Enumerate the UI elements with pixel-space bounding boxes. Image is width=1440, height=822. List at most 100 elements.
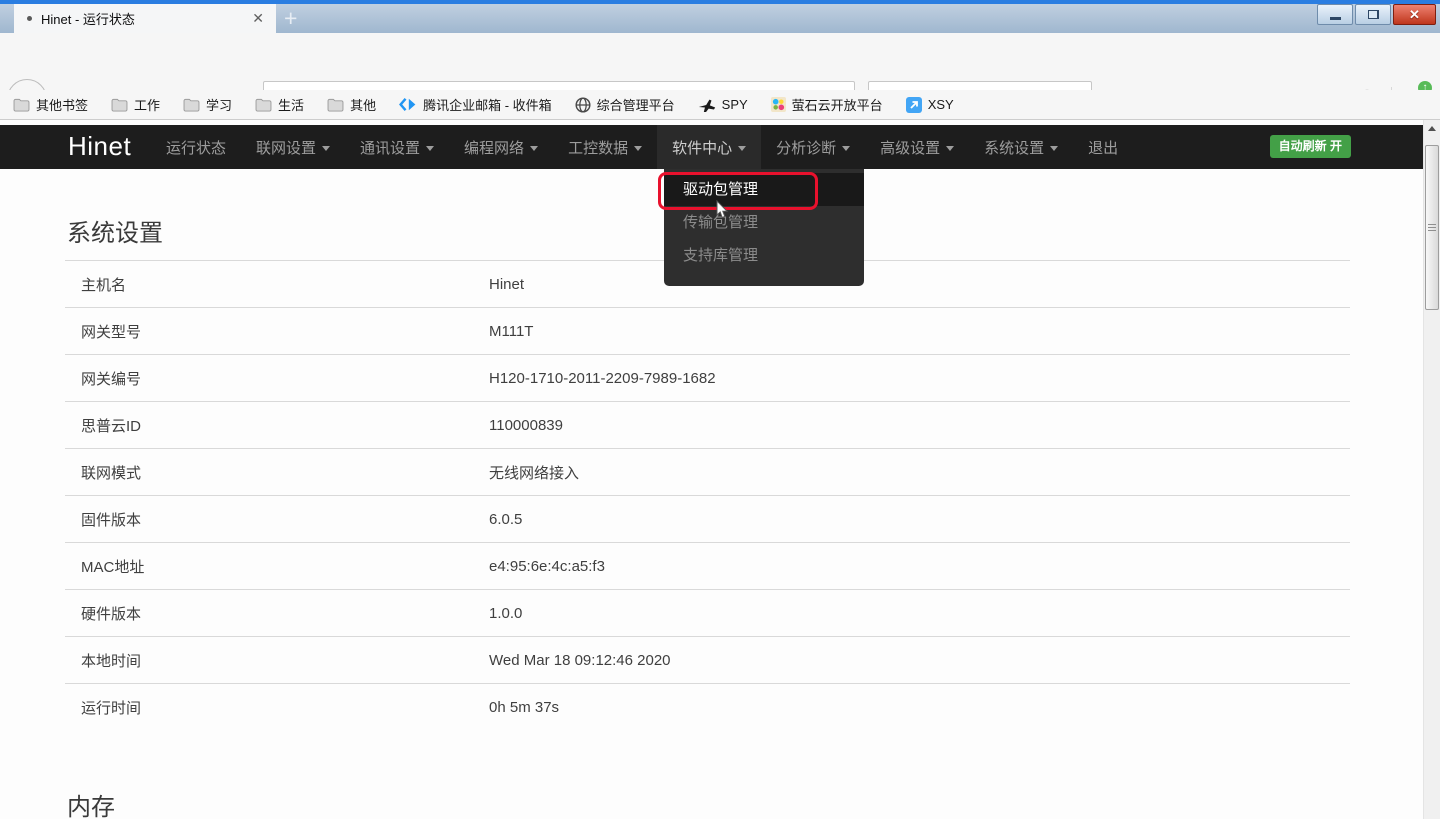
nav-item-industrial-data[interactable]: 工控数据: [568, 125, 642, 169]
minimize-button[interactable]: [1317, 4, 1353, 25]
chevron-down-icon: [738, 146, 746, 151]
bookmark-label: 萤石云开放平台: [792, 95, 883, 114]
folder-icon: [13, 98, 30, 112]
bookmark-mgmt-platform[interactable]: 综合管理平台: [575, 95, 675, 114]
bookmark-tencent-mail[interactable]: 腾讯企业邮箱 - 收件箱: [399, 95, 552, 114]
row-label: MAC地址: [65, 556, 489, 577]
scrollbar-grip-icon: [1428, 224, 1436, 232]
globe-icon: [575, 97, 591, 113]
close-window-button[interactable]: ✕: [1393, 4, 1436, 25]
vertical-scrollbar[interactable]: [1423, 120, 1440, 819]
row-label: 联网模式: [65, 462, 489, 483]
nav-item-programming-network[interactable]: 编程网络: [464, 125, 538, 169]
bookmark-label: 腾讯企业邮箱 - 收件箱: [423, 95, 552, 114]
row-label: 主机名: [65, 274, 489, 295]
table-row: 联网模式无线网络接入: [65, 448, 1350, 495]
bookmark-folder-work[interactable]: 工作: [111, 95, 160, 114]
tab-close-icon[interactable]: ✕: [249, 10, 267, 27]
row-value: Wed Mar 18 09:12:46 2020: [489, 652, 671, 669]
nav-item-logout[interactable]: 退出: [1088, 125, 1118, 169]
menu-item-driver-package[interactable]: 驱动包管理: [664, 173, 864, 206]
tencent-mail-icon: [399, 97, 417, 112]
nav-item-analysis-diagnosis[interactable]: 分析诊断: [776, 125, 850, 169]
chevron-down-icon: [426, 146, 434, 151]
chevron-down-icon: [634, 146, 642, 151]
table-row: 思普云ID110000839: [65, 401, 1350, 448]
site-navbar: Hinet 运行状态 联网设置 通讯设置 编程网络 工控数据 软件中心 分析诊断…: [0, 125, 1423, 169]
row-label: 固件版本: [65, 509, 489, 530]
row-value: M111T: [489, 323, 533, 340]
restore-icon: [1368, 10, 1379, 19]
bookmark-label: 其他书签: [36, 95, 88, 114]
minimize-icon: [1330, 17, 1341, 20]
xsy-icon: [906, 97, 922, 113]
bookmark-folder-life[interactable]: 生活: [255, 95, 304, 114]
table-row: 网关型号M111T: [65, 307, 1350, 354]
scrollbar-thumb[interactable]: [1425, 145, 1439, 310]
tab-title: Hinet - 运行状态: [41, 9, 249, 28]
row-value: H120-1710-2011-2209-7989-1682: [489, 370, 716, 387]
chevron-down-icon: [322, 146, 330, 151]
chevron-down-icon: [946, 146, 954, 151]
row-value: 6.0.5: [489, 511, 522, 528]
new-tab-button[interactable]: +: [284, 5, 297, 32]
menu-item-support-library[interactable]: 支持库管理: [664, 239, 864, 272]
bookmark-label: XSY: [928, 97, 954, 112]
row-value: 1.0.0: [489, 605, 522, 622]
menu-item-transfer-package[interactable]: 传输包管理: [664, 206, 864, 239]
scrollbar-up-button[interactable]: [1424, 120, 1440, 137]
tab-favicon-icon: [27, 16, 32, 21]
row-value: Hinet: [489, 276, 524, 293]
close-icon: ✕: [1409, 7, 1420, 23]
folder-icon: [255, 98, 272, 112]
plane-icon: [698, 98, 716, 112]
scroll-up-icon: [1428, 126, 1436, 131]
bookmark-label: SPY: [722, 97, 748, 112]
row-value: 0h 5m 37s: [489, 699, 559, 716]
folder-icon: [327, 98, 344, 112]
page-viewport: Hinet 运行状态 联网设置 通讯设置 编程网络 工控数据 软件中心 分析诊断…: [0, 120, 1440, 819]
row-label: 网关型号: [65, 321, 489, 342]
bookmark-spy[interactable]: SPY: [698, 97, 748, 112]
auto-refresh-toggle[interactable]: 自动刷新 开: [1270, 135, 1351, 158]
nav-item-running-status[interactable]: 运行状态: [166, 125, 226, 169]
row-label: 硬件版本: [65, 603, 489, 624]
bookmark-label: 学习: [206, 95, 232, 114]
site-brand[interactable]: Hinet: [68, 131, 131, 162]
row-value: 110000839: [489, 417, 563, 434]
browser-tab[interactable]: Hinet - 运行状态 ✕: [14, 4, 276, 33]
table-row: 网关编号H120-1710-2011-2209-7989-1682: [65, 354, 1350, 401]
chevron-down-icon: [1050, 146, 1058, 151]
table-row: 运行时间0h 5m 37s: [65, 683, 1350, 730]
bookmark-folder-study[interactable]: 学习: [183, 95, 232, 114]
table-row: 本地时间Wed Mar 18 09:12:46 2020: [65, 636, 1350, 683]
bookmark-label: 其他: [350, 95, 376, 114]
tab-bar: Hinet - 运行状态 ✕ + ✕: [0, 4, 1440, 33]
bookmark-folder-misc[interactable]: 其他: [327, 95, 376, 114]
bookmark-label: 综合管理平台: [597, 95, 675, 114]
memory-section-title: 内存: [67, 787, 1350, 822]
nav-item-software-center[interactable]: 软件中心: [657, 125, 761, 169]
restore-button[interactable]: [1355, 4, 1391, 25]
nav-item-network-settings[interactable]: 联网设置: [256, 125, 330, 169]
table-row: MAC地址e4:95:6e:4c:a5:f3: [65, 542, 1350, 589]
table-row: 固件版本6.0.5: [65, 495, 1350, 542]
row-label: 运行时间: [65, 697, 489, 718]
nav-item-advanced-settings[interactable]: 高级设置: [880, 125, 954, 169]
bookmarks-bar: 其他书签 工作 学习 生活 其他 腾讯企业邮箱 - 收件箱 综合管理平台 SPY…: [0, 90, 1440, 120]
bookmark-ezviz[interactable]: 萤石云开放平台: [771, 95, 883, 114]
browser-toolbar: 192.168.9.99/cgi-bin/luci ●●● ↑: [0, 33, 1440, 90]
nav-item-system-settings[interactable]: 系统设置: [984, 125, 1058, 169]
row-label: 网关编号: [65, 368, 489, 389]
bookmark-folder-other[interactable]: 其他书签: [13, 95, 88, 114]
bookmark-label: 工作: [134, 95, 160, 114]
folder-icon: [183, 98, 200, 112]
software-center-dropdown: 驱动包管理 传输包管理 支持库管理: [664, 169, 864, 286]
row-label: 思普云ID: [65, 415, 489, 436]
table-row: 硬件版本1.0.0: [65, 589, 1350, 636]
row-label: 本地时间: [65, 650, 489, 671]
folder-icon: [111, 98, 128, 112]
nav-item-comm-settings[interactable]: 通讯设置: [360, 125, 434, 169]
bookmark-xsy[interactable]: XSY: [906, 97, 954, 113]
bookmark-label: 生活: [278, 95, 304, 114]
